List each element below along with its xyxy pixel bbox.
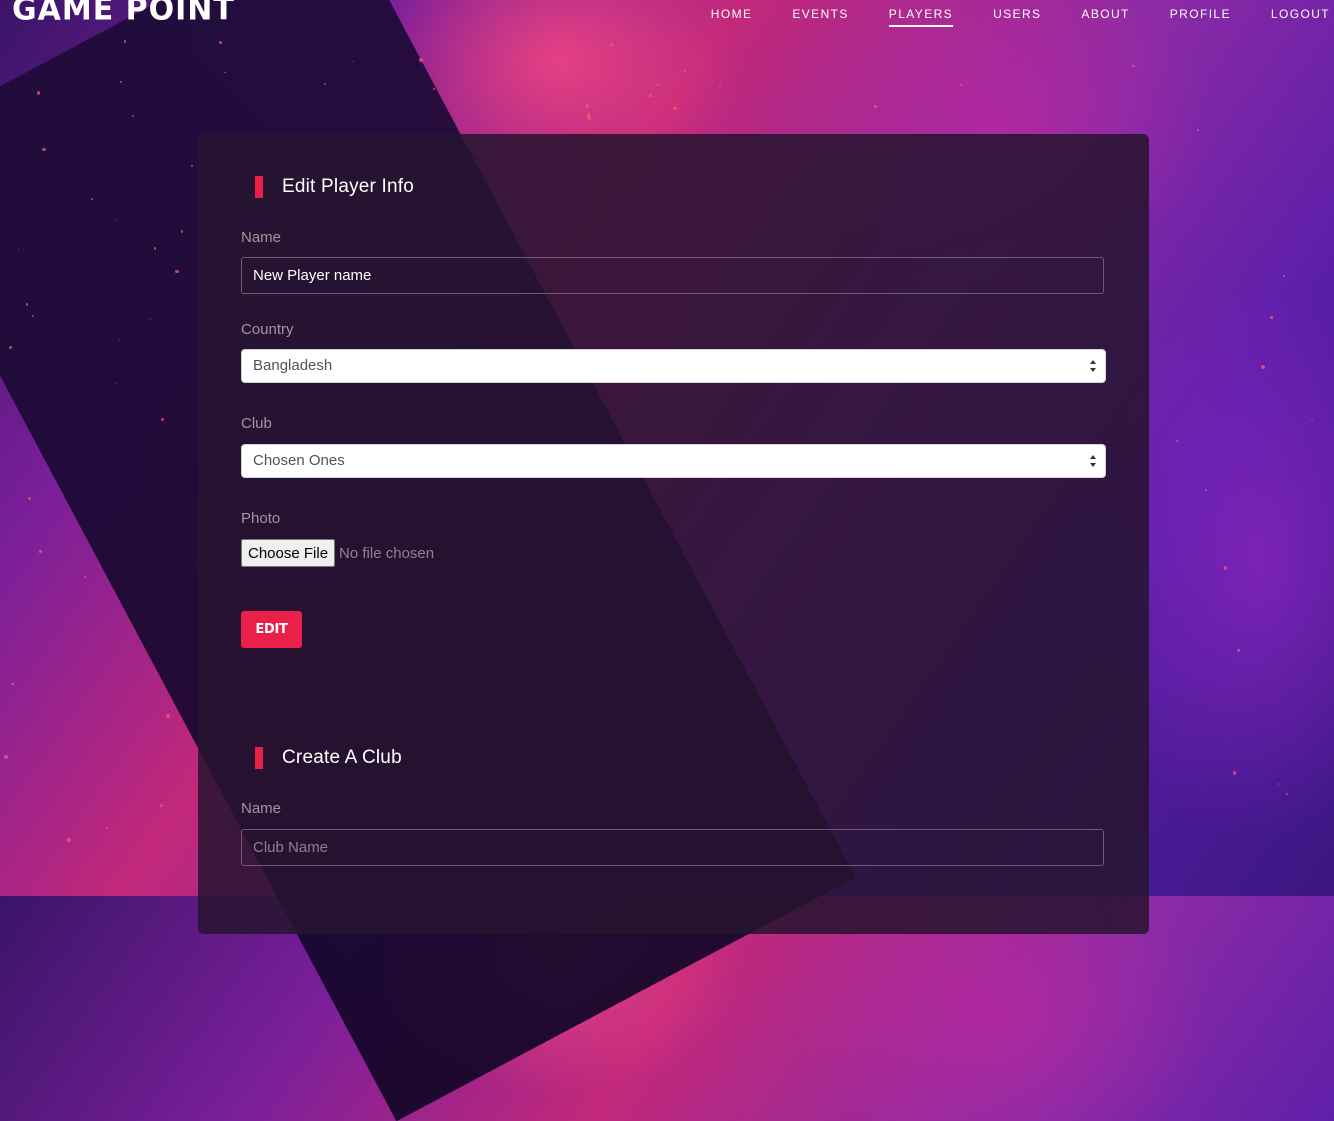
paint-speck <box>3 755 8 760</box>
paint-speck <box>649 94 652 97</box>
player-name-label: Name <box>241 229 282 246</box>
club-name-label: Name <box>241 800 282 817</box>
paint-speck <box>684 69 687 73</box>
club-selected-value: Chosen Ones <box>253 452 345 469</box>
paint-speck <box>159 804 163 808</box>
paint-speck <box>39 550 42 553</box>
paint-speck <box>1197 129 1200 132</box>
paint-speck <box>66 838 71 843</box>
paint-speck <box>118 339 121 341</box>
edit-button[interactable]: EDIT <box>241 611 302 648</box>
paint-speck <box>1283 274 1286 277</box>
paint-speck <box>9 345 13 349</box>
paint-speck <box>119 80 123 83</box>
paint-speck <box>585 104 590 109</box>
nav-players[interactable]: PLAYERS <box>888 7 954 27</box>
nav-events[interactable]: EVENTS <box>792 7 848 27</box>
nav-profile[interactable]: PROFILE <box>1170 7 1231 27</box>
site-logo[interactable]: GAME POINT <box>12 0 235 28</box>
paint-speck <box>180 230 184 233</box>
paint-speck <box>36 91 40 95</box>
nav-home[interactable]: HOME <box>711 7 753 27</box>
up-down-caret-icon <box>1090 455 1096 467</box>
paint-speck <box>1286 793 1289 796</box>
paint-speck <box>609 43 613 46</box>
paint-speck <box>153 247 156 250</box>
club-name-input[interactable] <box>241 829 1104 866</box>
vertical-bar-icon <box>255 747 263 769</box>
paint-speck <box>657 84 659 87</box>
nav-about[interactable]: ABOUT <box>1081 7 1129 27</box>
paint-speck <box>105 827 108 829</box>
paint-speck <box>960 83 963 87</box>
edit-player-heading: Edit Player Info <box>255 176 414 198</box>
paint-speck <box>123 40 127 43</box>
paint-speck <box>1277 783 1280 785</box>
edit-player-title: Edit Player Info <box>282 176 415 197</box>
paint-speck <box>27 496 32 501</box>
paint-speck <box>1232 771 1236 775</box>
photo-file-input: Choose File No file chosen <box>241 539 434 567</box>
club-select[interactable]: Chosen Ones <box>241 444 1106 478</box>
paint-speck <box>166 714 171 718</box>
paint-speck <box>42 148 46 152</box>
nav-links: HOME EVENTS PLAYERS USERS ABOUT PROFILE … <box>671 7 1330 27</box>
paint-speck <box>418 58 423 63</box>
paint-speck <box>224 71 226 74</box>
paint-speck <box>673 106 678 111</box>
form-panel: Edit Player Info Name Country Bangladesh… <box>198 134 1149 934</box>
paint-speck <box>102 788 104 791</box>
file-status: No file chosen <box>339 544 435 562</box>
country-label: Country <box>241 321 294 338</box>
paint-speck <box>1131 64 1135 68</box>
up-down-caret-icon <box>1090 360 1096 372</box>
photo-label: Photo <box>241 510 281 527</box>
vertical-bar-icon <box>255 176 263 198</box>
nav-users[interactable]: USERS <box>993 7 1041 27</box>
paint-speck <box>218 40 222 44</box>
paint-speck <box>511 114 513 116</box>
paint-speck <box>874 105 877 108</box>
navbar: GAME POINT HOME EVENTS PLAYERS USERS ABO… <box>0 0 1334 34</box>
club-label: Club <box>241 415 272 432</box>
paint-speck <box>175 269 179 274</box>
paint-speck <box>1205 488 1208 492</box>
paint-speck <box>1237 649 1241 653</box>
paint-speck <box>11 682 14 686</box>
country-selected-value: Bangladesh <box>253 357 333 374</box>
paint-speck <box>1223 566 1228 570</box>
create-club-title: Create A Club <box>282 747 402 768</box>
choose-file-button[interactable]: Choose File <box>241 539 336 567</box>
paint-speck <box>433 88 435 91</box>
paint-speck <box>1260 364 1265 369</box>
paint-speck <box>1189 523 1191 525</box>
country-select[interactable]: Bangladesh <box>241 349 1106 383</box>
paint-speck <box>83 575 86 579</box>
create-club-heading: Create A Club <box>255 747 402 769</box>
nav-logout[interactable]: LOGOUT <box>1271 7 1330 27</box>
paint-speck <box>1310 418 1313 421</box>
paint-speck <box>1175 440 1178 442</box>
paint-speck <box>1270 316 1273 319</box>
paint-speck <box>718 84 722 88</box>
player-name-input[interactable] <box>241 257 1104 294</box>
